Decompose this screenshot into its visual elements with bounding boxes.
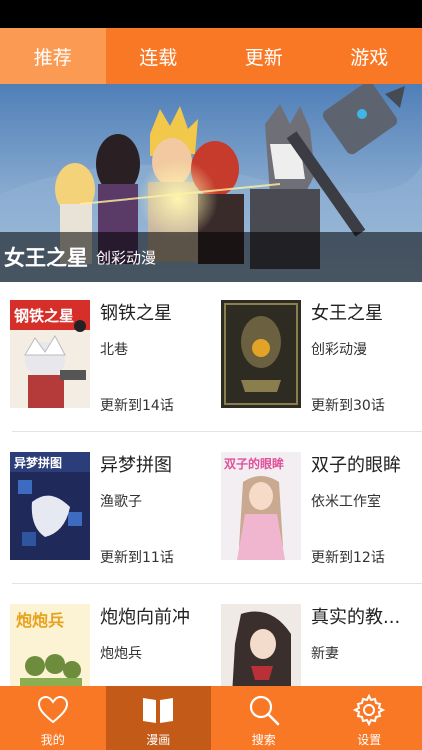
nav-item-comics[interactable]: 漫画 — [105, 686, 211, 750]
comic-author: 炮炮兵 — [100, 646, 142, 662]
comic-item[interactable]: 钢铁之星 钢铁之星 北巷 更新到14话 — [0, 282, 211, 432]
nav-item-mine[interactable]: 我的 — [0, 686, 106, 750]
comic-update: 更新到30话 — [311, 398, 385, 414]
row-divider — [12, 583, 422, 584]
cover-title-text: 炮炮兵 — [16, 611, 64, 630]
comic-cover: 异梦拼图 — [10, 452, 90, 560]
comic-author: 创彩动漫 — [311, 342, 367, 358]
comic-title: 异梦拼图 — [100, 455, 172, 476]
comic-author: 北巷 — [100, 342, 128, 358]
nav-label: 我的 — [40, 733, 65, 747]
comic-author: 依米工作室 — [311, 494, 381, 510]
tab-serial[interactable]: 连载 — [106, 28, 212, 84]
featured-banner[interactable]: 女王之星 创彩动漫 — [0, 84, 422, 282]
comic-cover: 双子的眼眸 — [221, 452, 301, 560]
status-bar — [0, 0, 422, 28]
comic-title: 双子的眼眸 — [311, 455, 401, 476]
comic-author: 新妻 — [311, 646, 339, 662]
nav-item-search[interactable]: 搜索 — [211, 686, 317, 750]
comic-title: 钢铁之星 — [100, 303, 172, 324]
comic-title: 真实的教... — [311, 607, 401, 628]
gear-icon — [352, 693, 386, 727]
tab-update[interactable]: 更新 — [211, 28, 317, 84]
banner-caption: 女王之星 创彩动漫 — [0, 232, 422, 282]
comic-title: 女王之星 — [311, 303, 383, 324]
comic-item[interactable]: 双子的眼眸 双子的眼眸 依米工作室 更新到12话 — [211, 434, 422, 584]
comic-item[interactable]: 炮炮兵 炮炮向前冲 炮炮兵 — [0, 586, 211, 686]
comic-row: 异梦拼图 异梦拼图 渔歌子 更新到11话 双子的眼眸 双子的眼眸 依米工作室 更… — [0, 434, 422, 584]
comic-cover: 炮炮兵 — [10, 604, 90, 686]
comic-item[interactable]: 女王之星 创彩动漫 更新到30话 — [211, 282, 422, 432]
comic-author: 渔歌子 — [100, 494, 142, 510]
search-icon — [247, 693, 281, 727]
bottom-nav-bar: 我的 漫画 搜索 设置 — [0, 686, 422, 750]
row-divider — [12, 431, 422, 432]
cover-title-text: 钢铁之星 — [14, 307, 74, 325]
nav-label: 搜索 — [251, 733, 276, 747]
comic-update: 更新到12话 — [311, 550, 385, 566]
comic-cover — [221, 604, 301, 686]
comic-item[interactable]: 真实的教... 新妻 — [211, 586, 422, 686]
tab-recommend[interactable]: 推荐 — [0, 28, 106, 84]
banner-author: 创彩动漫 — [96, 248, 157, 267]
tab-games[interactable]: 游戏 — [317, 28, 422, 84]
comic-update: 更新到14话 — [100, 398, 174, 414]
comic-row: 钢铁之星 钢铁之星 北巷 更新到14话 女王之星 创彩动漫 更新到30话 — [0, 282, 422, 432]
comic-grid: 钢铁之星 钢铁之星 北巷 更新到14话 女王之星 创彩动漫 更新到30话 异梦拼… — [0, 282, 422, 686]
nav-label: 漫画 — [146, 733, 171, 747]
cover-title-text: 双子的眼眸 — [224, 456, 284, 471]
heart-icon — [36, 693, 70, 727]
comic-row: 炮炮兵 炮炮向前冲 炮炮兵 真实的教... 新妻 — [0, 586, 422, 686]
top-tab-bar: 推荐 连载 更新 游戏 — [0, 28, 422, 84]
comic-update: 更新到11话 — [100, 550, 174, 566]
banner-title: 女王之星 — [4, 246, 88, 270]
nav-item-settings[interactable]: 设置 — [317, 686, 422, 750]
comic-item[interactable]: 异梦拼图 异梦拼图 渔歌子 更新到11话 — [0, 434, 211, 584]
cover-title-text: 异梦拼图 — [14, 455, 62, 470]
nav-label: 设置 — [357, 733, 382, 747]
comic-cover — [221, 300, 301, 408]
comic-title: 炮炮向前冲 — [100, 607, 190, 628]
comic-cover: 钢铁之星 — [10, 300, 90, 408]
book-icon — [141, 693, 175, 727]
